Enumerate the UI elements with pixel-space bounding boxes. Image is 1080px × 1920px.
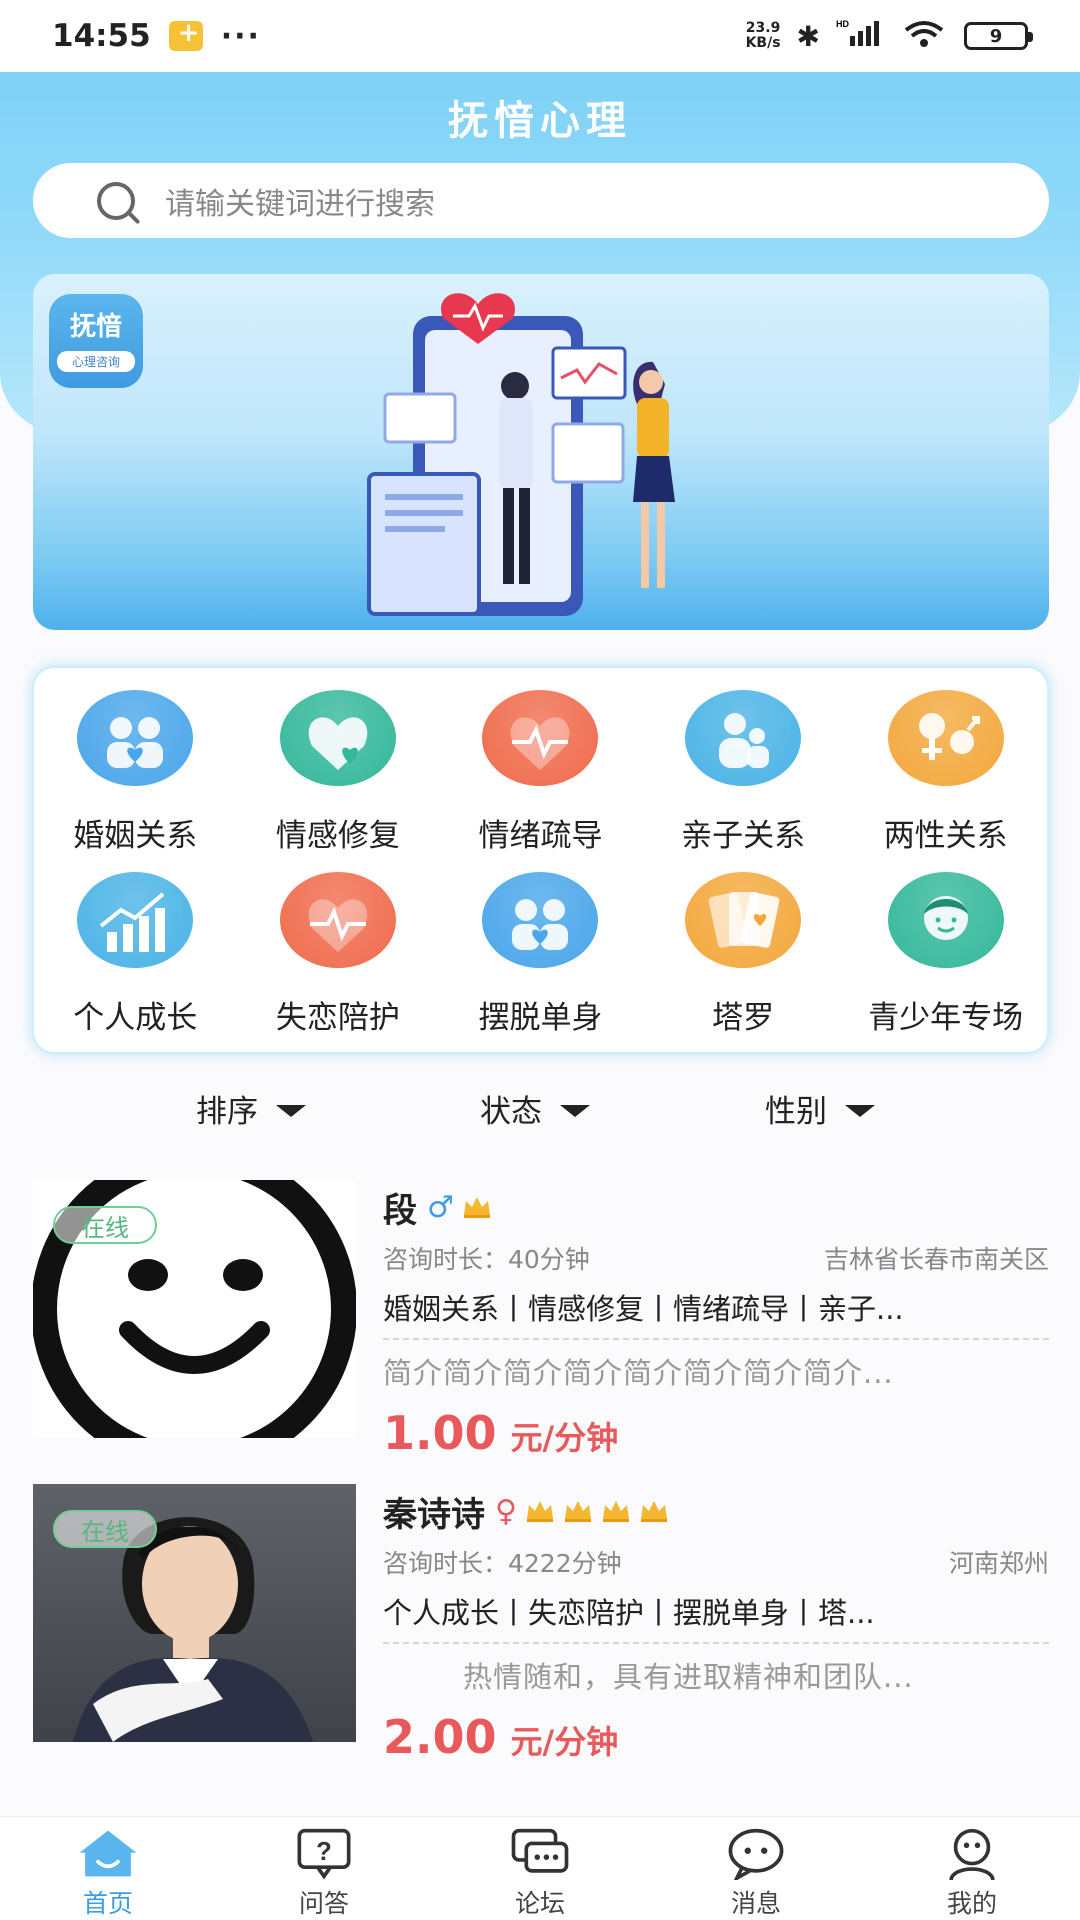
category-item[interactable]: 婚姻关系 [34,690,237,860]
parent-child-icon [685,690,802,786]
notification-icon [168,18,203,51]
category-item[interactable]: 两性关系 [844,690,1047,860]
consult-duration: 咨询时长：40分钟 [383,1245,590,1274]
dropdown-triangle-icon [560,1104,590,1117]
home-icon [79,1830,137,1877]
page-title: 抚愔心理 [448,98,632,144]
category-item[interactable]: 情感修复 [237,690,440,860]
category-item[interactable]: 情绪疏导 [439,690,642,860]
more-notifications-icon: ··· [220,18,261,54]
counselor-name: 秦诗诗 [383,1494,485,1535]
male-icon: ♂ [427,1189,454,1225]
nav-messages[interactable]: 消息 [648,1817,864,1920]
bluetooth-icon: ✱ [796,19,820,53]
consultation-illustration [367,293,675,616]
counselor-card[interactable]: 在线 秦诗诗 ♀ 咨询时长：4222分钟 河南郑州 个人成长丨失恋陪护丨摆脱单身… [33,1484,1049,1764]
search-placeholder: 请输关键词进行搜索 [165,186,435,222]
crown-icon [526,1501,553,1522]
category-card: 婚姻关系 情感修复 情绪疏导 亲子关系 两性关系个人成长 失恋陪护 摆脱单身 塔罗 青少年专场 [32,666,1049,1054]
specialty-tags: 婚姻关系丨情感修复丨情绪疏导丨亲子... [383,1286,1049,1340]
female-icon: ♀ [495,1493,517,1529]
category-item[interactable]: 失恋陪护 [237,872,440,1042]
online-badge: 在线 [53,1510,157,1548]
category-label: 失恋陪护 [275,1000,400,1036]
wifi-icon [902,18,948,55]
filter-bar: 排序 状态 性别 [0,1086,1080,1136]
svg-text:?: ? [316,1838,332,1866]
avatar: 在线 [33,1484,356,1742]
category-label: 两性关系 [883,818,1008,854]
heartbeat-icon [482,690,599,786]
avatar: 在线 [33,1180,356,1438]
broken-heart-icon [279,872,396,968]
network-speed: 23.9 KB/s [745,20,781,51]
category-label: 塔罗 [712,1000,775,1036]
nav-qa[interactable]: ? 问答 [216,1817,432,1920]
gender-icon [887,690,1004,786]
category-label: 青少年专场 [868,1000,1024,1036]
svg-text:HD: HD [836,19,849,29]
heart-icon [279,690,396,786]
crown-icon [602,1501,629,1522]
message-icon [728,1828,784,1880]
app-logo: 抚愔 心理咨询 [49,294,143,388]
category-item[interactable]: 摆脱单身 [439,872,642,1042]
status-filter[interactable]: 状态 [480,1086,590,1131]
category-item[interactable]: 亲子关系 [642,690,845,860]
consult-duration: 咨询时长：4222分钟 [383,1549,622,1578]
crown-icon [463,1197,490,1218]
signal-icon: HD [836,18,886,55]
location: 河南郑州 [948,1549,1049,1578]
category-item[interactable]: 塔罗 [642,872,845,1042]
counselor-intro: 简介简介简介简介简介简介简介简介... [383,1356,894,1390]
promo-banner[interactable]: 抚愔 心理咨询 [33,274,1049,630]
growth-chart-icon [77,872,194,968]
location: 吉林省长春市南关区 [823,1245,1049,1274]
category-label: 摆脱单身 [478,1000,603,1036]
category-label: 婚姻关系 [73,818,198,854]
bottom-navigation: 首页 ? 问答 论坛 消息 我的 [0,1816,1080,1920]
price: 2.00 元/分钟 [383,1710,619,1764]
question-icon: ? [297,1828,351,1880]
online-badge: 在线 [53,1206,157,1244]
nav-home[interactable]: 首页 [0,1817,216,1920]
counselor-card[interactable]: 在线 段 ♂ 咨询时长：40分钟 吉林省长春市南关区 婚姻关系丨情感修复丨情绪疏… [33,1180,1049,1460]
category-item[interactable]: 个人成长 [34,872,237,1042]
couple-icon [482,872,599,968]
nav-forum[interactable]: 论坛 [432,1817,648,1920]
search-bar[interactable]: 请输关键词进行搜索 [33,163,1049,238]
category-label: 个人成长 [73,1000,198,1036]
nav-profile[interactable]: 我的 [864,1817,1080,1920]
category-label: 情绪疏导 [478,818,603,854]
specialty-tags: 个人成长丨失恋陪护丨摆脱单身丨塔... [383,1590,1049,1644]
teen-face-icon [887,872,1004,968]
forum-icon [511,1828,569,1873]
search-icon [97,181,135,220]
price: 1.00 元/分钟 [383,1406,619,1460]
category-item[interactable]: 青少年专场 [844,872,1047,1042]
crown-icon [564,1501,591,1522]
counselor-intro: 热情随和，具有进取精神和团队... [463,1660,914,1694]
tarot-cards-icon [685,872,802,968]
couple-icon [77,690,194,786]
dropdown-triangle-icon [276,1104,306,1117]
sort-filter[interactable]: 排序 [196,1086,306,1131]
gender-filter[interactable]: 性别 [765,1086,875,1131]
category-label: 亲子关系 [681,818,806,854]
counselor-name: 段 [383,1190,417,1231]
dropdown-triangle-icon [845,1104,875,1117]
status-bar: 14:55 ··· 23.9 KB/s ✱ HD 9 [0,0,1080,72]
battery-icon: 9 [964,22,1033,50]
status-time: 14:55 [52,18,151,54]
profile-icon [949,1828,995,1880]
crown-icon [640,1501,667,1522]
category-label: 情感修复 [275,818,400,854]
